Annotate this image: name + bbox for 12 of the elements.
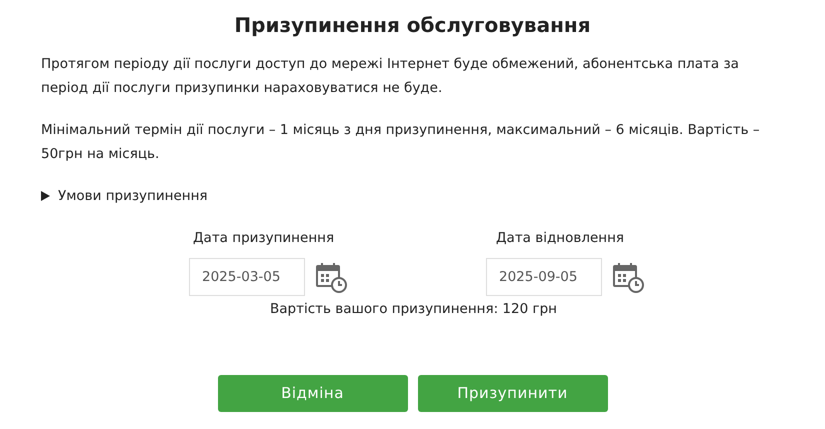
cost-text: Вартість вашого призупинення: 120 грн <box>269 300 558 319</box>
description-text: Протягом періоду дії послуги доступ до мережі Інтернет буде обмежений, абонентська плата за період дії послуги призупинки нараховуватися не буде. <box>41 55 740 98</box>
calendar-clock-icon[interactable] <box>315 260 348 294</box>
dialog-title: Призупинення обслуговування <box>233 12 592 39</box>
conditions-toggle[interactable]: Умови призупинення <box>41 184 208 208</box>
date-label: Дата відновлення <box>496 229 626 248</box>
date-label: Дата призупинення <box>193 229 336 248</box>
triangle-icon <box>41 191 50 201</box>
date-field[interactable]: 2025-09-05 <box>486 258 602 296</box>
calendar-clock-icon[interactable] <box>612 260 645 294</box>
description-text: Мінімальний термін дії послуги – 1 місяць з дня призупинення, максимальний – 6 місяців. Вартість – 50грн на місяць. <box>41 121 761 164</box>
date-field[interactable]: 2025-03-05 <box>189 258 305 296</box>
